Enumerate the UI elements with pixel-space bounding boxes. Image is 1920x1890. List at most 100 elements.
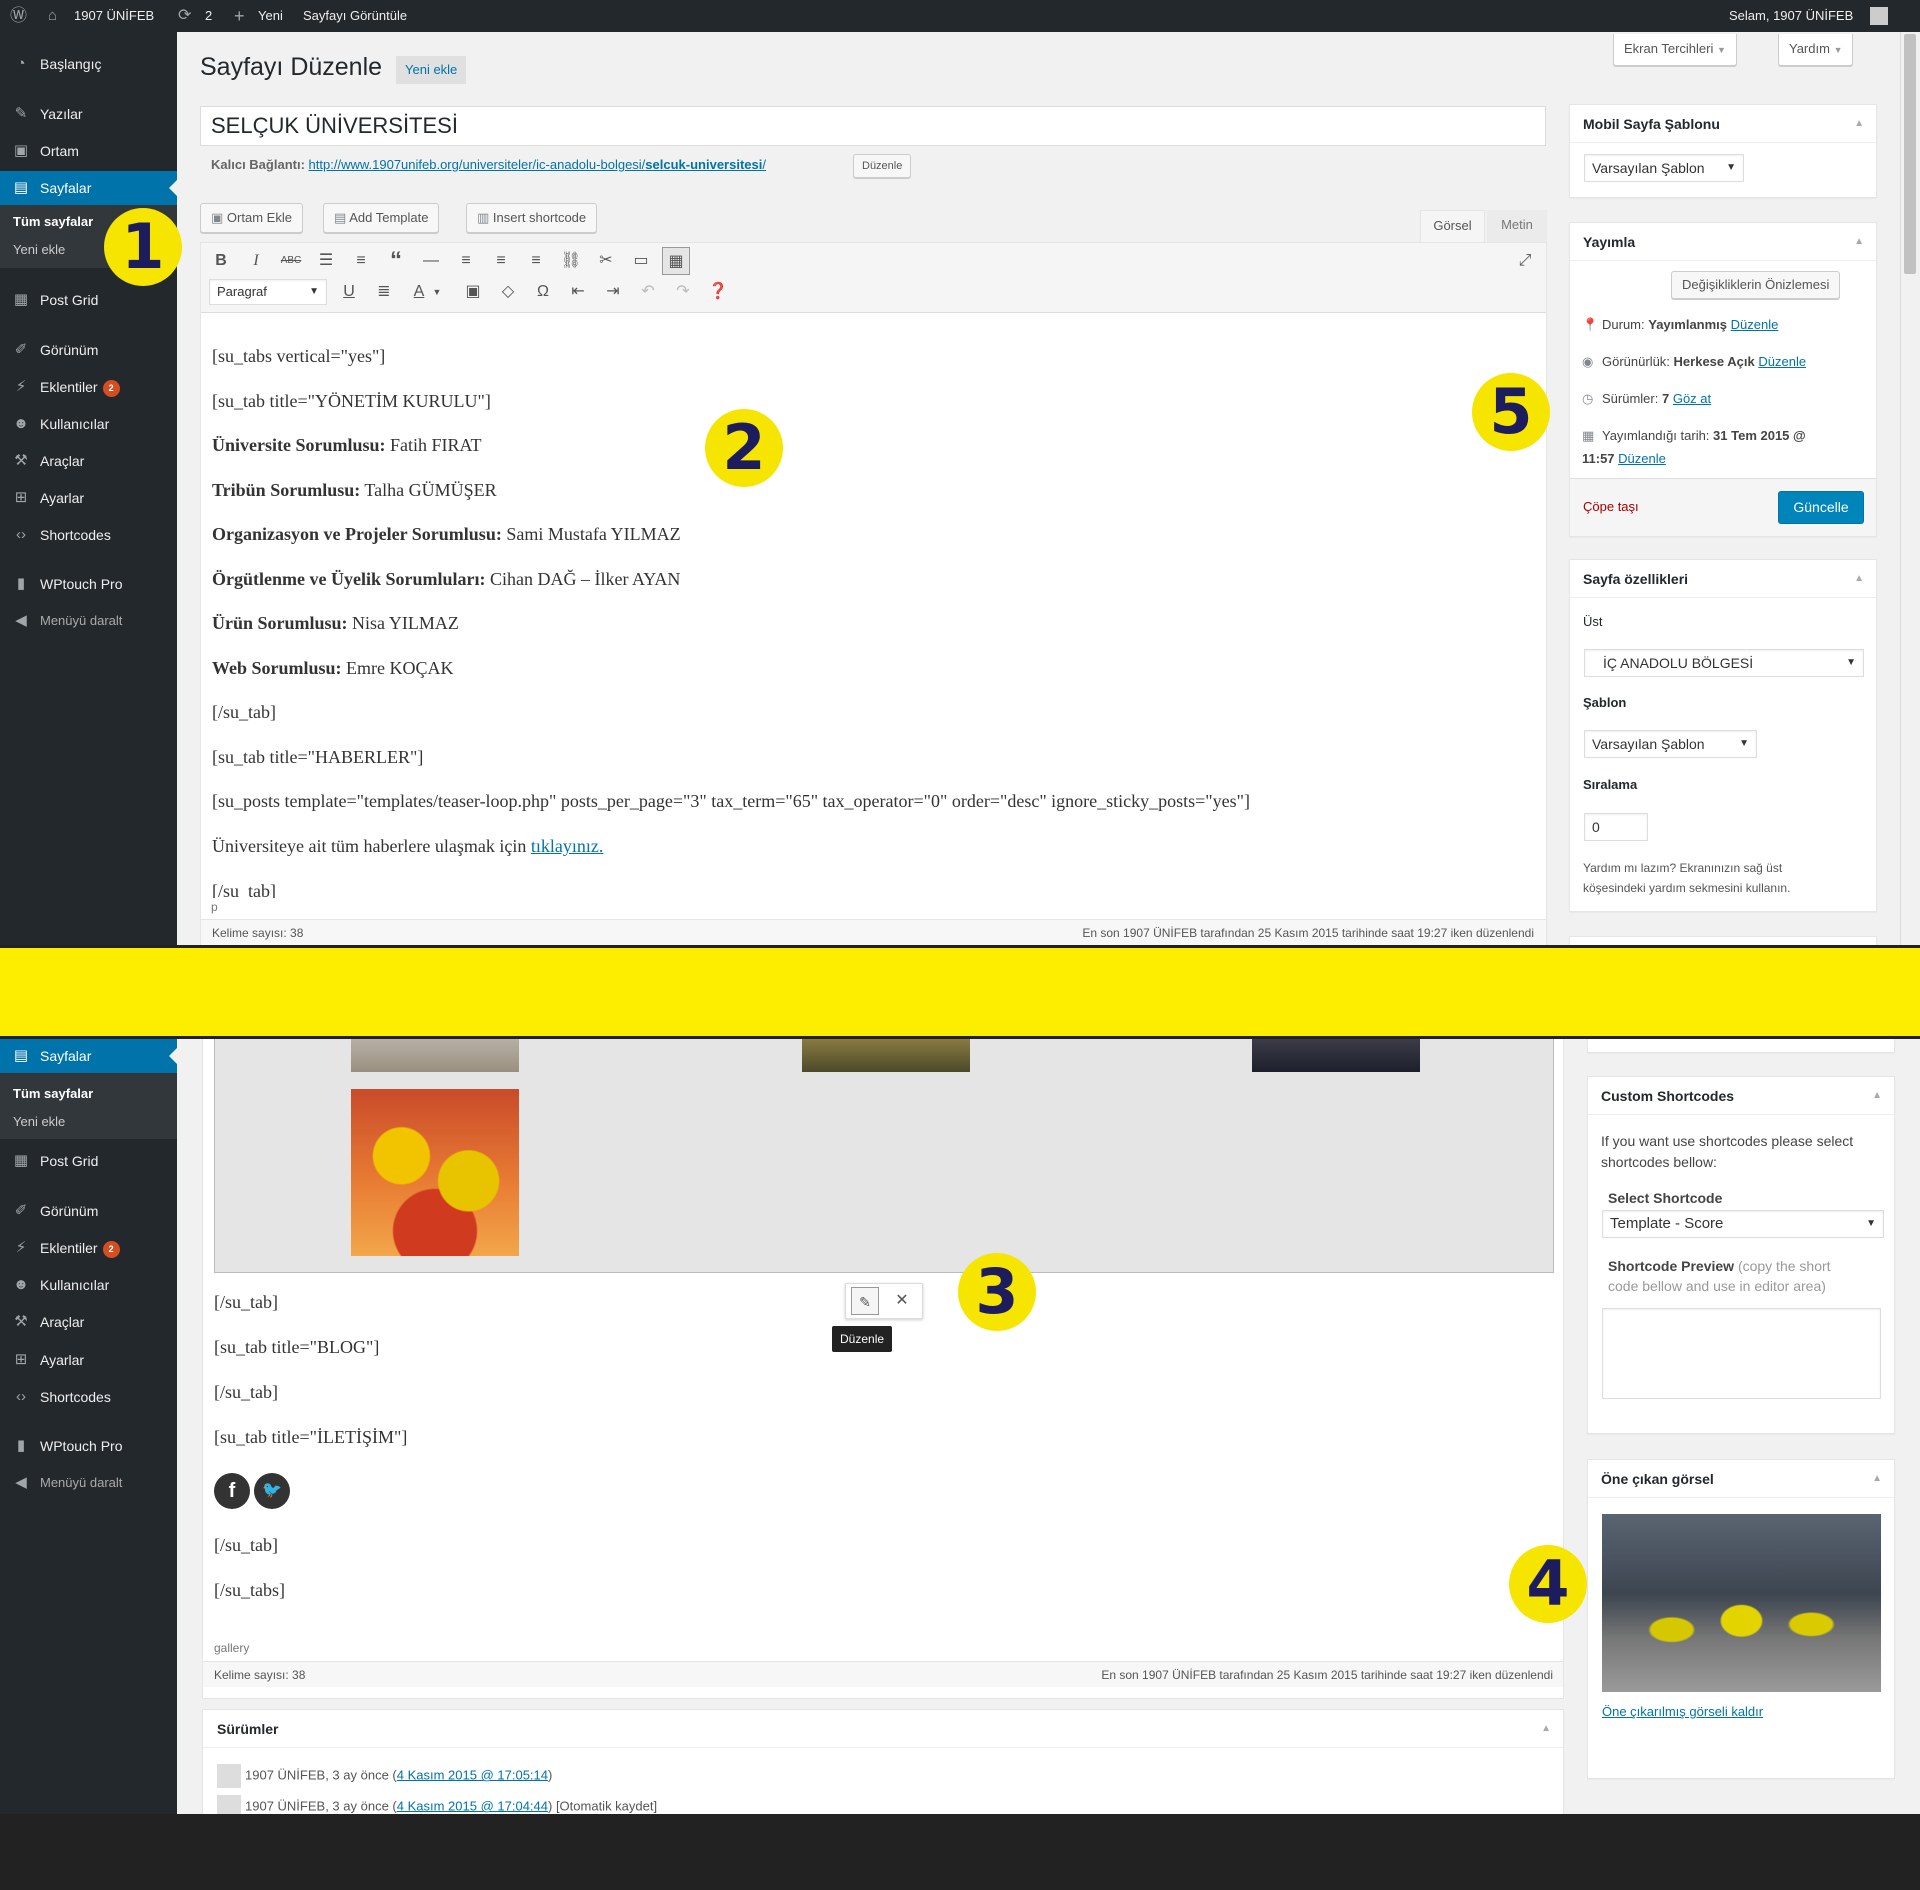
collapse-arrow-icon[interactable]: ▲ <box>1872 1077 1882 1115</box>
page-attributes-header[interactable]: Sayfa özellikleri ▲ <box>1570 560 1876 598</box>
chevron-down-icon[interactable]: ▼ <box>423 278 451 306</box>
revision-link[interactable]: 4 Kasım 2015 @ 17:05:14 <box>397 1767 548 1782</box>
link-icon[interactable]: ⛓ <box>557 247 585 275</box>
unlink-icon[interactable]: ✂ <box>592 247 620 275</box>
bold-icon[interactable]: B <box>207 247 235 275</box>
collapse-arrow-icon[interactable]: ▲ <box>1854 105 1864 143</box>
align-left-icon[interactable]: ≡ <box>452 247 480 275</box>
menu-settings[interactable]: ⊞ Ayarlar <box>0 481 177 515</box>
numbered-list-icon[interactable]: ≡ <box>347 247 375 275</box>
shortcode-select[interactable]: Template - Score ▼ <box>1602 1210 1884 1238</box>
mobile-template-select[interactable]: Varsayılan Şablon ▼ <box>1584 154 1744 182</box>
menu-pages[interactable]: ▤ Sayfalar <box>0 171 177 205</box>
featured-image[interactable] <box>1602 1514 1881 1692</box>
avatar[interactable] <box>1870 7 1888 25</box>
menu-pages[interactable]: ▤ Sayfalar <box>0 1039 177 1073</box>
menu-plugins[interactable]: ⚡ Eklentiler 2 <box>0 370 177 404</box>
screen-options-button[interactable]: Ekran Tercihleri ▼ <box>1613 34 1737 66</box>
submenu-all-pages[interactable]: Tüm sayfalar <box>13 1086 93 1101</box>
collapse-arrow-icon[interactable]: ▲ <box>1854 560 1864 598</box>
updates-count[interactable]: 2 <box>205 0 212 32</box>
trash-link[interactable]: Çöpe taşı <box>1583 499 1639 514</box>
shortcode-preview-textarea[interactable] <box>1602 1308 1881 1399</box>
editor-body[interactable]: [su_tabs vertical="yes"] [su_tab title="Y… <box>201 314 1546 898</box>
close-icon[interactable]: ✕ <box>888 1287 916 1315</box>
tab-text[interactable]: Metin <box>1487 210 1547 242</box>
align-center-icon[interactable]: ≡ <box>487 247 515 275</box>
facebook-icon[interactable]: f <box>214 1473 250 1509</box>
custom-shortcodes-header[interactable]: Custom Shortcodes ▲ <box>1588 1077 1894 1115</box>
horizontal-line-icon[interactable]: — <box>417 247 445 275</box>
collapse-arrow-icon[interactable]: ▲ <box>1872 1460 1882 1498</box>
publish-header[interactable]: Yayımla ▲ <box>1570 223 1876 261</box>
clear-formatting-icon[interactable]: ◇ <box>494 278 522 306</box>
underline-icon[interactable]: U <box>335 278 363 306</box>
menu-post-grid[interactable]: ▦ Post Grid <box>0 283 177 317</box>
remove-featured-image-link[interactable]: Öne çıkarılmış görseli kaldır <box>1602 1704 1763 1719</box>
menu-collapse[interactable]: ◀ Menüyü daralt <box>0 604 177 638</box>
read-more-icon[interactable]: ▭ <box>627 247 655 275</box>
insert-shortcode-button[interactable]: ▥ Insert shortcode <box>466 203 598 233</box>
menu-plugins[interactable]: ⚡ Eklentiler 2 <box>0 1231 177 1265</box>
permalink-edit-button[interactable]: Düzenle <box>853 154 912 178</box>
submenu-add-new[interactable]: Yeni ekle <box>13 1114 65 1129</box>
strikethrough-icon[interactable]: ABC <box>277 247 305 275</box>
twitter-icon[interactable]: 🐦 <box>254 1473 290 1509</box>
update-button[interactable]: Güncelle <box>1778 491 1864 524</box>
submenu-all-pages[interactable]: Tüm sayfalar <box>13 214 93 229</box>
greeting[interactable]: Selam, 1907 ÜNİFEB <box>1729 0 1853 32</box>
justify-icon[interactable]: ≣ <box>370 278 398 306</box>
view-page-link[interactable]: Sayfayı Görüntüle <box>303 0 407 32</box>
submenu-add-new[interactable]: Yeni ekle <box>13 242 65 257</box>
menu-tools[interactable]: ⚒ Araçlar <box>0 1305 177 1339</box>
menu-appearance[interactable]: ✐ Görünüm <box>0 1194 177 1228</box>
scrollbar-track[interactable] <box>1900 32 1920 945</box>
menu-dashboard[interactable]: ◔ Başlangıç <box>0 47 177 81</box>
italic-icon[interactable]: I <box>242 247 270 275</box>
menu-posts[interactable]: ✎ Yazılar <box>0 97 177 131</box>
indent-icon[interactable]: ⇥ <box>599 278 627 306</box>
collapse-arrow-icon[interactable]: ▲ <box>1541 1710 1551 1748</box>
revision-link[interactable]: 4 Kasım 2015 @ 17:04:44 <box>397 1798 548 1813</box>
menu-post-grid[interactable]: ▦ Post Grid <box>0 1144 177 1178</box>
site-name-link[interactable]: 1907 ÜNİFEB <box>74 0 154 32</box>
special-character-icon[interactable]: Ω <box>529 278 557 306</box>
menu-users[interactable]: ☻ Kullanıcılar <box>0 407 177 441</box>
post-title-input[interactable]: SELÇUK ÜNİVERSİTESİ <box>200 106 1546 146</box>
collapse-arrow-icon[interactable]: ▲ <box>1854 223 1864 261</box>
permalink-url[interactable]: http://www.1907unifeb.org/universiteler/… <box>309 157 766 172</box>
menu-collapse[interactable]: ◀ Menüyü daralt <box>0 1466 177 1500</box>
menu-wptouch[interactable]: ▮ WPtouch Pro <box>0 567 177 601</box>
align-right-icon[interactable]: ≡ <box>522 247 550 275</box>
undo-icon[interactable]: ↶ <box>634 278 662 306</box>
parent-select[interactable]: İÇ ANADOLU BÖLGESİ ▼ <box>1584 649 1864 677</box>
add-new-button[interactable]: Yeni ekle <box>396 56 467 84</box>
order-input[interactable]: 0 <box>1584 813 1648 841</box>
redo-icon[interactable]: ↷ <box>669 278 697 306</box>
toolbar-toggle-icon[interactable]: ▦ <box>662 247 690 275</box>
visibility-edit-link[interactable]: Düzenle <box>1758 354 1806 369</box>
wordpress-logo-icon[interactable]: Ⓦ <box>10 0 27 32</box>
menu-wptouch[interactable]: ▮ WPtouch Pro <box>0 1429 177 1463</box>
revisions-header[interactable]: Sürümler ▲ <box>203 1710 1563 1748</box>
outdent-icon[interactable]: ⇤ <box>564 278 592 306</box>
paste-text-icon[interactable]: ▣ <box>459 278 487 306</box>
mobile-template-header[interactable]: Mobil Sayfa Şablonu ▲ <box>1570 105 1876 143</box>
status-edit-link[interactable]: Düzenle <box>1731 317 1779 332</box>
published-edit-link[interactable]: Düzenle <box>1618 451 1666 466</box>
menu-settings[interactable]: ⊞ Ayarlar <box>0 1343 177 1377</box>
fullscreen-icon[interactable]: ⤢ <box>1511 247 1539 275</box>
menu-appearance[interactable]: ✐ Görünüm <box>0 333 177 367</box>
scrollbar-thumb[interactable] <box>1904 34 1916 274</box>
menu-users[interactable]: ☻ Kullanıcılar <box>0 1268 177 1302</box>
gallery-block[interactable] <box>214 1039 1554 1273</box>
pencil-icon[interactable]: ✎ <box>851 1287 879 1315</box>
menu-shortcodes[interactable]: ‹› Shortcodes <box>0 518 177 552</box>
revisions-browse-link[interactable]: Göz at <box>1673 391 1711 406</box>
news-link[interactable]: tıklayınız. <box>531 836 603 856</box>
menu-tools[interactable]: ⚒ Araçlar <box>0 444 177 478</box>
featured-image-header[interactable]: Öne çıkan görsel ▲ <box>1588 1460 1894 1498</box>
format-select[interactable]: Paragraf ▼ <box>209 279 327 305</box>
help-button[interactable]: Yardım ▼ <box>1778 34 1854 66</box>
template-select[interactable]: Varsayılan Şablon ▼ <box>1584 730 1757 758</box>
